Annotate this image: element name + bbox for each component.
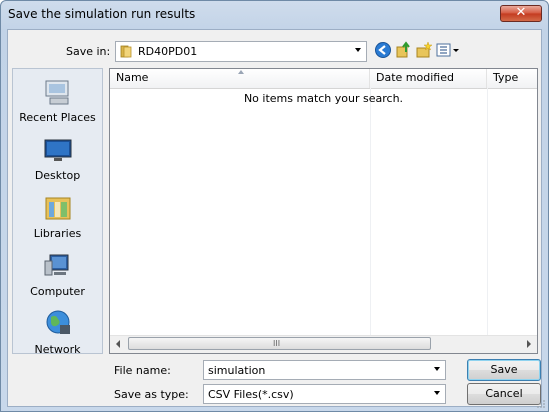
save-as-type-dropdown[interactable]: CSV Files(*.csv) [203, 384, 446, 404]
chevron-down-icon[interactable] [434, 391, 440, 395]
column-header-date-modified[interactable]: Date modified [370, 69, 487, 88]
arrow-left-icon [116, 340, 120, 348]
save-button[interactable]: Save [467, 359, 541, 381]
place-label: Network [34, 343, 81, 356]
scroll-right-button[interactable] [520, 336, 537, 352]
column-header-name[interactable]: Name [110, 69, 370, 88]
save-as-type-label: Save as type: [114, 388, 189, 401]
place-network[interactable]: Network [13, 309, 102, 369]
chevron-down-icon[interactable] [355, 48, 361, 52]
back-icon[interactable] [374, 41, 392, 59]
network-icon [46, 310, 70, 334]
place-label: Computer [30, 285, 85, 298]
place-computer[interactable]: Computer [13, 251, 102, 311]
place-label: Desktop [34, 169, 81, 182]
place-desktop[interactable]: Desktop [13, 135, 102, 195]
file-name-field[interactable]: simulation [203, 360, 446, 380]
libraries-icon [45, 197, 71, 220]
file-list[interactable]: Name Date modified Type No items match y… [109, 68, 538, 354]
title-bar[interactable]: Save the simulation run results ✕ [1, 1, 548, 29]
recent-places-icon [45, 80, 69, 105]
close-button[interactable]: ✕ [500, 5, 542, 22]
dialog-title: Save the simulation run results [8, 7, 196, 21]
new-folder-icon[interactable] [415, 41, 433, 59]
scrollbar-grip-icon: III [273, 339, 281, 348]
desktop-icon [44, 139, 72, 161]
column-label: Name [116, 71, 149, 84]
close-icon: ✕ [515, 5, 527, 20]
column-label: Date modified [376, 71, 454, 84]
scrollbar-thumb[interactable]: III [128, 337, 431, 350]
column-divider [487, 88, 488, 335]
cancel-button[interactable]: Cancel [467, 383, 541, 405]
sort-arrow-icon [238, 70, 244, 74]
up-folder-icon[interactable] [394, 41, 412, 59]
folder-icon [120, 45, 132, 58]
save-in-label: Save in: [66, 45, 111, 58]
column-label: Type [493, 71, 519, 84]
save-as-type-value: CSV Files(*.csv) [208, 388, 294, 401]
horizontal-scrollbar[interactable]: III [110, 335, 537, 353]
column-divider [370, 88, 371, 335]
resize-grip-icon[interactable] [536, 399, 546, 409]
place-label: Libraries [33, 227, 82, 240]
place-libraries[interactable]: Libraries [13, 193, 102, 253]
scroll-left-button[interactable] [110, 336, 127, 352]
places-bar: Recent Places Desktop Libraries Computer… [12, 68, 103, 356]
empty-list-message: No items match your search. [243, 92, 404, 105]
save-in-value: RD40PD01 [138, 45, 198, 58]
save-in-dropdown[interactable]: RD40PD01 [115, 41, 367, 62]
arrow-right-icon [527, 340, 531, 348]
list-header: Name Date modified Type [110, 69, 537, 89]
save-dialog-window: Save the simulation run results ✕ Save i… [0, 0, 549, 412]
file-name-label: File name: [114, 364, 171, 377]
views-menu-icon[interactable] [436, 41, 462, 59]
computer-icon [44, 254, 69, 276]
file-name-value: simulation [208, 364, 266, 377]
dialog-body: Save in: RD40PD01 Recent Places Desktop … [7, 29, 542, 407]
column-header-type[interactable]: Type [487, 69, 537, 88]
chevron-down-icon[interactable] [434, 367, 440, 371]
place-label: Recent Places [19, 111, 96, 124]
place-recent-places[interactable]: Recent Places [13, 77, 102, 137]
